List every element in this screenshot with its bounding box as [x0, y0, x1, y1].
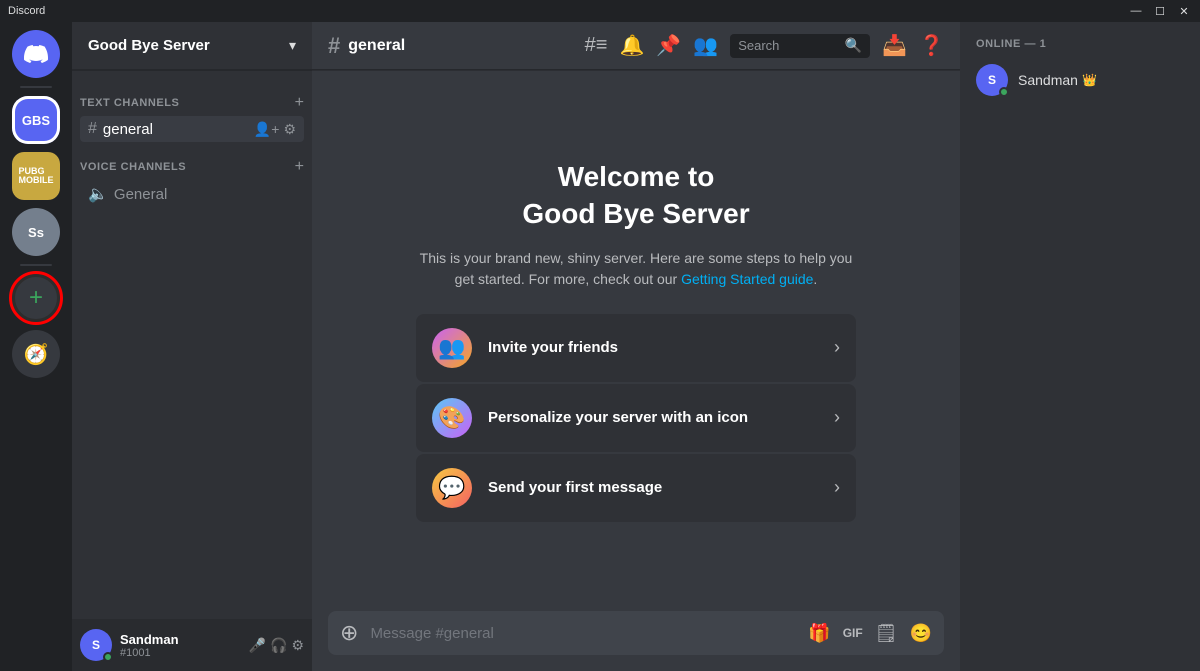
channel-item-general[interactable]: # general 👤+ ⚙ — [80, 116, 304, 142]
message-input-box: ⊕ 🎁 GIF 🗒 😊 — [328, 611, 944, 655]
search-input[interactable] — [738, 38, 841, 53]
channel-header-name: general — [348, 37, 405, 55]
server-icon-ss[interactable]: Ss — [12, 208, 60, 256]
channel-list: TEXT CHANNELS + # general 👤+ ⚙ VOICE CHA… — [72, 70, 312, 619]
search-box: 🔍 — [730, 34, 870, 58]
search-icon: 🔍 — [845, 37, 862, 54]
user-discriminator: #1001 — [120, 647, 241, 659]
send-message-arrow-icon: › — [834, 477, 840, 498]
message-input[interactable] — [370, 625, 796, 642]
welcome-title: Welcome to Good Bye Server — [416, 159, 856, 232]
server-icon-gbs[interactable]: GBS — [12, 96, 60, 144]
channel-actions: 👤+ ⚙ — [254, 121, 296, 138]
ss-server-wrapper: Ss — [12, 208, 60, 256]
message-toolbar: 🎁 GIF 🗒 😊 — [808, 623, 932, 644]
getting-started-link[interactable]: Getting Started guide — [681, 271, 813, 287]
user-info: Sandman #1001 — [120, 632, 241, 659]
help-icon[interactable]: ❓ — [919, 33, 944, 58]
text-channels-label: TEXT CHANNELS — [80, 97, 179, 109]
invite-label: Invite your friends — [488, 339, 818, 356]
title-bar: Discord — ☐ ✕ — [0, 0, 1200, 22]
user-settings-icon[interactable]: ⚙ — [291, 637, 304, 654]
invite-friends-card[interactable]: 👥 Invite your friends › — [416, 314, 856, 382]
invite-icon: 👥 — [432, 328, 472, 368]
app-container: GBS PUBGMOBILE Ss + 🧭 Good Bye Serv — [0, 22, 1200, 671]
channel-header-right: #≡ 🔔 📌 👥 🔍 📥 ❓ — [585, 33, 944, 58]
add-member-icon[interactable]: 👤+ — [254, 121, 280, 138]
action-cards: 👥 Invite your friends › 🎨 Personalize yo… — [416, 314, 856, 522]
member-name-sandman: Sandman 👑 — [1018, 72, 1097, 88]
personalize-icon: 🎨 — [432, 398, 472, 438]
headphones-icon[interactable]: 🎧 — [270, 637, 287, 654]
gbs-server-wrapper: GBS — [12, 96, 60, 144]
personalize-label: Personalize your server with an icon — [488, 409, 818, 426]
close-button[interactable]: ✕ — [1176, 5, 1192, 18]
minimize-button[interactable]: — — [1128, 5, 1144, 18]
pin-icon[interactable]: 📌 — [656, 33, 681, 58]
channel-name-general: general — [103, 121, 248, 138]
server-icon-pubg[interactable]: PUBGMOBILE — [12, 152, 60, 200]
member-avatar-sandman: S — [976, 64, 1008, 96]
voice-channels-category: VOICE CHANNELS + — [72, 142, 312, 180]
add-voice-channel-button[interactable]: + — [295, 158, 304, 176]
send-message-icon: 💬 — [432, 468, 472, 508]
welcome-description: This is your brand new, shiny server. He… — [416, 248, 856, 290]
server-divider — [20, 86, 52, 88]
user-controls: 🎤 🎧 ⚙ — [249, 637, 304, 654]
maximize-button[interactable]: ☐ — [1152, 5, 1168, 18]
server-header[interactable]: Good Bye Server ▾ — [72, 22, 312, 70]
channel-name-voice-general: General — [114, 186, 296, 203]
emoji-icon[interactable]: 😊 — [910, 623, 932, 644]
send-message-label: Send your first message — [488, 479, 818, 496]
members-icon[interactable]: 👥 — [693, 33, 718, 58]
threads-icon[interactable]: #≡ — [585, 34, 608, 57]
explore-button[interactable]: 🧭 — [12, 330, 60, 378]
server-name: Good Bye Server — [88, 37, 210, 54]
message-add-button[interactable]: ⊕ — [340, 620, 358, 646]
channel-header: # general #≡ 🔔 📌 👥 🔍 📥 ❓ — [312, 22, 960, 70]
text-channels-category: TEXT CHANNELS + — [72, 78, 312, 116]
invite-arrow-icon: › — [834, 337, 840, 358]
add-server-button[interactable]: + — [12, 274, 60, 322]
server-list: GBS PUBGMOBILE Ss + 🧭 — [0, 22, 72, 671]
send-message-card[interactable]: 💬 Send your first message › — [416, 454, 856, 522]
chat-area: Welcome to Good Bye Server This is your … — [312, 70, 960, 611]
gif-icon[interactable]: GIF — [843, 626, 863, 640]
main-content: # general #≡ 🔔 📌 👥 🔍 📥 ❓ Welcome to — [312, 22, 960, 671]
discord-home-icon[interactable] — [12, 30, 60, 78]
discord-home-wrapper — [12, 30, 60, 78]
speaker-icon: 🔈 — [88, 184, 108, 204]
user-name: Sandman — [120, 632, 241, 647]
title-bar-controls: — ☐ ✕ — [1128, 5, 1192, 18]
voice-channels-label: VOICE CHANNELS — [80, 161, 186, 173]
channel-item-voice-general[interactable]: 🔈 General — [80, 180, 304, 208]
microphone-icon[interactable]: 🎤 — [249, 637, 266, 654]
inbox-icon[interactable]: 📥 — [882, 33, 907, 58]
personalize-card[interactable]: 🎨 Personalize your server with an icon › — [416, 384, 856, 452]
member-item-sandman[interactable]: S Sandman 👑 — [968, 58, 1192, 102]
user-avatar: S — [80, 629, 112, 661]
channel-sidebar: Good Bye Server ▾ TEXT CHANNELS + # gene… — [72, 22, 312, 671]
crown-icon: 👑 — [1082, 73, 1097, 87]
gift-icon[interactable]: 🎁 — [808, 623, 830, 644]
title-bar-title: Discord — [8, 5, 45, 17]
settings-icon[interactable]: ⚙ — [283, 121, 296, 138]
chevron-down-icon: ▾ — [289, 37, 296, 54]
channel-header-left: # general — [328, 33, 405, 59]
pubg-server-wrapper: PUBGMOBILE — [12, 152, 60, 200]
online-dot — [999, 87, 1009, 97]
members-sidebar: ONLINE — 1 S Sandman 👑 — [960, 22, 1200, 671]
welcome-container: Welcome to Good Bye Server This is your … — [416, 159, 856, 522]
server-divider-2 — [20, 264, 52, 266]
personalize-arrow-icon: › — [834, 407, 840, 428]
notification-icon[interactable]: 🔔 — [619, 33, 644, 58]
user-panel: S Sandman #1001 🎤 🎧 ⚙ — [72, 619, 312, 671]
online-section-title: ONLINE — 1 — [968, 38, 1192, 50]
hash-icon: # — [88, 120, 97, 138]
add-text-channel-button[interactable]: + — [295, 94, 304, 112]
sticker-icon[interactable]: 🗒 — [875, 623, 898, 644]
channel-hash-icon: # — [328, 33, 340, 59]
status-dot — [103, 652, 113, 662]
message-input-area: ⊕ 🎁 GIF 🗒 😊 — [312, 611, 960, 671]
